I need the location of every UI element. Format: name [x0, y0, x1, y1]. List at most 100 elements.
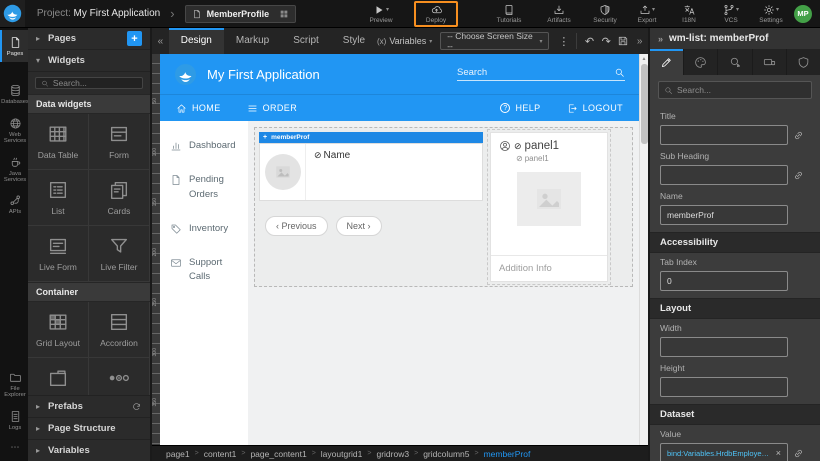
name-input[interactable]: [660, 205, 788, 225]
user-avatar[interactable]: MP: [794, 5, 812, 23]
deploy-button[interactable]: Deploy: [421, 4, 451, 24]
security-button[interactable]: Security: [590, 4, 620, 24]
export-button[interactable]: ▾ Export: [632, 4, 662, 24]
subheading-input[interactable]: [660, 165, 788, 185]
settings-button[interactable]: ▾ Settings: [756, 4, 786, 24]
breadcrumb-gridrow3[interactable]: gridrow3: [376, 449, 409, 459]
list-widget-memberprof[interactable]: + memberProf ⊘: [259, 132, 483, 282]
tab-security[interactable]: [787, 49, 820, 75]
artifacts-button[interactable]: Artifacts: [544, 4, 574, 24]
widget-tile-list[interactable]: List: [28, 170, 89, 226]
wavemaker-logo[interactable]: [0, 0, 25, 27]
sidebar-item-apis[interactable]: APIs: [0, 188, 28, 220]
sidebar-item-pages[interactable]: Pages: [0, 30, 28, 62]
sidebar-more-button[interactable]: ⋯: [0, 436, 28, 461]
widgets-section-header[interactable]: ▾ Widgets: [28, 50, 150, 72]
widget-tile-tabs[interactable]: Tabs: [28, 358, 89, 395]
next-button[interactable]: Next ›: [336, 216, 382, 236]
scrollbar-thumb[interactable]: [641, 64, 648, 144]
app-sidebar-item-dashboard[interactable]: Dashboard: [160, 129, 248, 163]
breadcrumb-layoutgrid1[interactable]: layoutgrid1: [321, 449, 363, 459]
breadcrumb-separator: >: [241, 450, 245, 457]
sidebar-item-databases[interactable]: Databases: [0, 78, 28, 110]
redo-button[interactable]: ↷: [598, 31, 615, 51]
add-page-button[interactable]: +: [127, 31, 142, 46]
pages-section-header[interactable]: ▸ Pages +: [28, 28, 150, 50]
widget-tile-live-filter[interactable]: Live Filter: [89, 226, 150, 282]
breadcrumb-page1[interactable]: page1: [166, 449, 190, 459]
tab-events[interactable]: [718, 49, 752, 75]
tab-devices[interactable]: [753, 49, 787, 75]
preview-button[interactable]: ▾ Preview: [366, 4, 396, 24]
app-sidebar-item-inventory[interactable]: Inventory: [160, 212, 248, 246]
tab-styles[interactable]: [684, 49, 718, 75]
widget-search-input[interactable]: [53, 78, 137, 88]
properties-search-input[interactable]: [677, 85, 806, 95]
breadcrumb-content1[interactable]: content1: [204, 449, 237, 459]
list-widget-title-bar[interactable]: + memberProf: [259, 132, 483, 143]
collapse-right-panel-button[interactable]: »: [631, 31, 648, 51]
title-input[interactable]: [660, 125, 788, 145]
sidebar-item-logs[interactable]: Logs: [0, 404, 28, 436]
nav-item-order[interactable]: ORDER: [247, 103, 298, 114]
list-item-template[interactable]: ⊘ Name: [259, 143, 483, 201]
breadcrumb-page-content1[interactable]: page_content1: [250, 449, 306, 459]
tab-design[interactable]: Design: [169, 28, 224, 54]
tutorials-button[interactable]: Tutorials: [494, 4, 524, 24]
nav-item-home[interactable]: HOME: [176, 103, 221, 114]
height-input[interactable]: [660, 377, 788, 397]
gridrow-selection[interactable]: + memberProf ⊘: [254, 127, 633, 287]
width-input[interactable]: [660, 337, 788, 357]
widget-tile-accordion[interactable]: Accordion: [89, 302, 150, 358]
gear-icon: [763, 4, 775, 16]
breadcrumb-gridcolumn5[interactable]: gridcolumn5: [423, 449, 469, 459]
deploy-highlight-box: Deploy: [414, 1, 458, 27]
variables-dropdown[interactable]: (x) Variables ▾: [377, 36, 432, 46]
widget-tile-cards[interactable]: Cards: [89, 170, 150, 226]
bind-link-icon[interactable]: [793, 448, 804, 459]
nav-item-logout[interactable]: LOGOUT: [567, 103, 623, 114]
tab-script[interactable]: Script: [281, 28, 331, 54]
collapse-left-panel-button[interactable]: «: [152, 31, 169, 51]
tab-properties[interactable]: [650, 49, 684, 75]
panel-image-placeholder[interactable]: [517, 172, 581, 226]
app-sidebar-item-pending-orders[interactable]: Pending Orders: [160, 163, 248, 212]
vcs-button[interactable]: ▾ VCS: [716, 4, 746, 24]
widget-tile-form[interactable]: Form: [89, 114, 150, 170]
collapse-properties-button[interactable]: »: [658, 34, 663, 44]
widget-tile-data-table[interactable]: Data Table: [28, 114, 89, 170]
tab-markup[interactable]: Markup: [224, 28, 281, 54]
page-selector-dropdown[interactable]: MemberProfile: [185, 5, 297, 23]
tabindex-input[interactable]: [660, 271, 788, 291]
app-search-input[interactable]: [457, 67, 614, 78]
breadcrumb-memberprof-active[interactable]: memberProf: [484, 449, 531, 459]
undo-button[interactable]: ↶: [581, 31, 598, 51]
app-sidebar-item-support-calls[interactable]: Support Calls: [160, 246, 248, 295]
tab-style[interactable]: Style: [331, 28, 377, 54]
prefabs-section-header[interactable]: ▸ Prefabs: [28, 395, 150, 417]
i18n-button[interactable]: I18N: [674, 4, 704, 24]
sidebar-item-file-explorer[interactable]: File Explorer: [0, 365, 28, 404]
value-bind-chip[interactable]: bind:Variables.HrdbEmployeeData.data ×: [660, 443, 788, 461]
save-button[interactable]: [615, 31, 632, 51]
sidebar-item-web-services[interactable]: Web Services: [0, 111, 28, 150]
bind-link-icon[interactable]: [793, 130, 804, 141]
bind-link-icon[interactable]: [793, 170, 804, 181]
scroll-up-arrow[interactable]: ▲: [642, 54, 647, 64]
more-options-button[interactable]: ⋮: [555, 31, 572, 51]
widget-tile-wizard[interactable]: Wizard: [89, 358, 150, 395]
widget-tile-live-form[interactable]: Live Form: [28, 226, 89, 282]
sidebar-item-java-services[interactable]: Java Services: [0, 150, 28, 189]
widget-tile-grid-layout[interactable]: Grid Layout: [28, 302, 89, 358]
canvas-scrollbar[interactable]: ▲: [639, 54, 648, 445]
previous-button[interactable]: ‹ Previous: [265, 216, 328, 236]
wizard-icon: [108, 367, 130, 389]
list-item-body: ⊘ Name: [306, 144, 358, 200]
panel-widget-panel1[interactable]: ⊘ panel1 ⊘ panel1: [490, 132, 608, 282]
screen-size-select[interactable]: -- Choose Screen Size -- ▾: [440, 32, 549, 50]
refresh-prefabs-button[interactable]: [131, 401, 142, 412]
variables-section-header[interactable]: ▸ Variables: [28, 439, 150, 461]
clear-bind-icon[interactable]: ×: [776, 448, 781, 458]
nav-item-help[interactable]: ? HELP: [500, 103, 540, 113]
page-structure-section-header[interactable]: ▸ Page Structure: [28, 417, 150, 439]
